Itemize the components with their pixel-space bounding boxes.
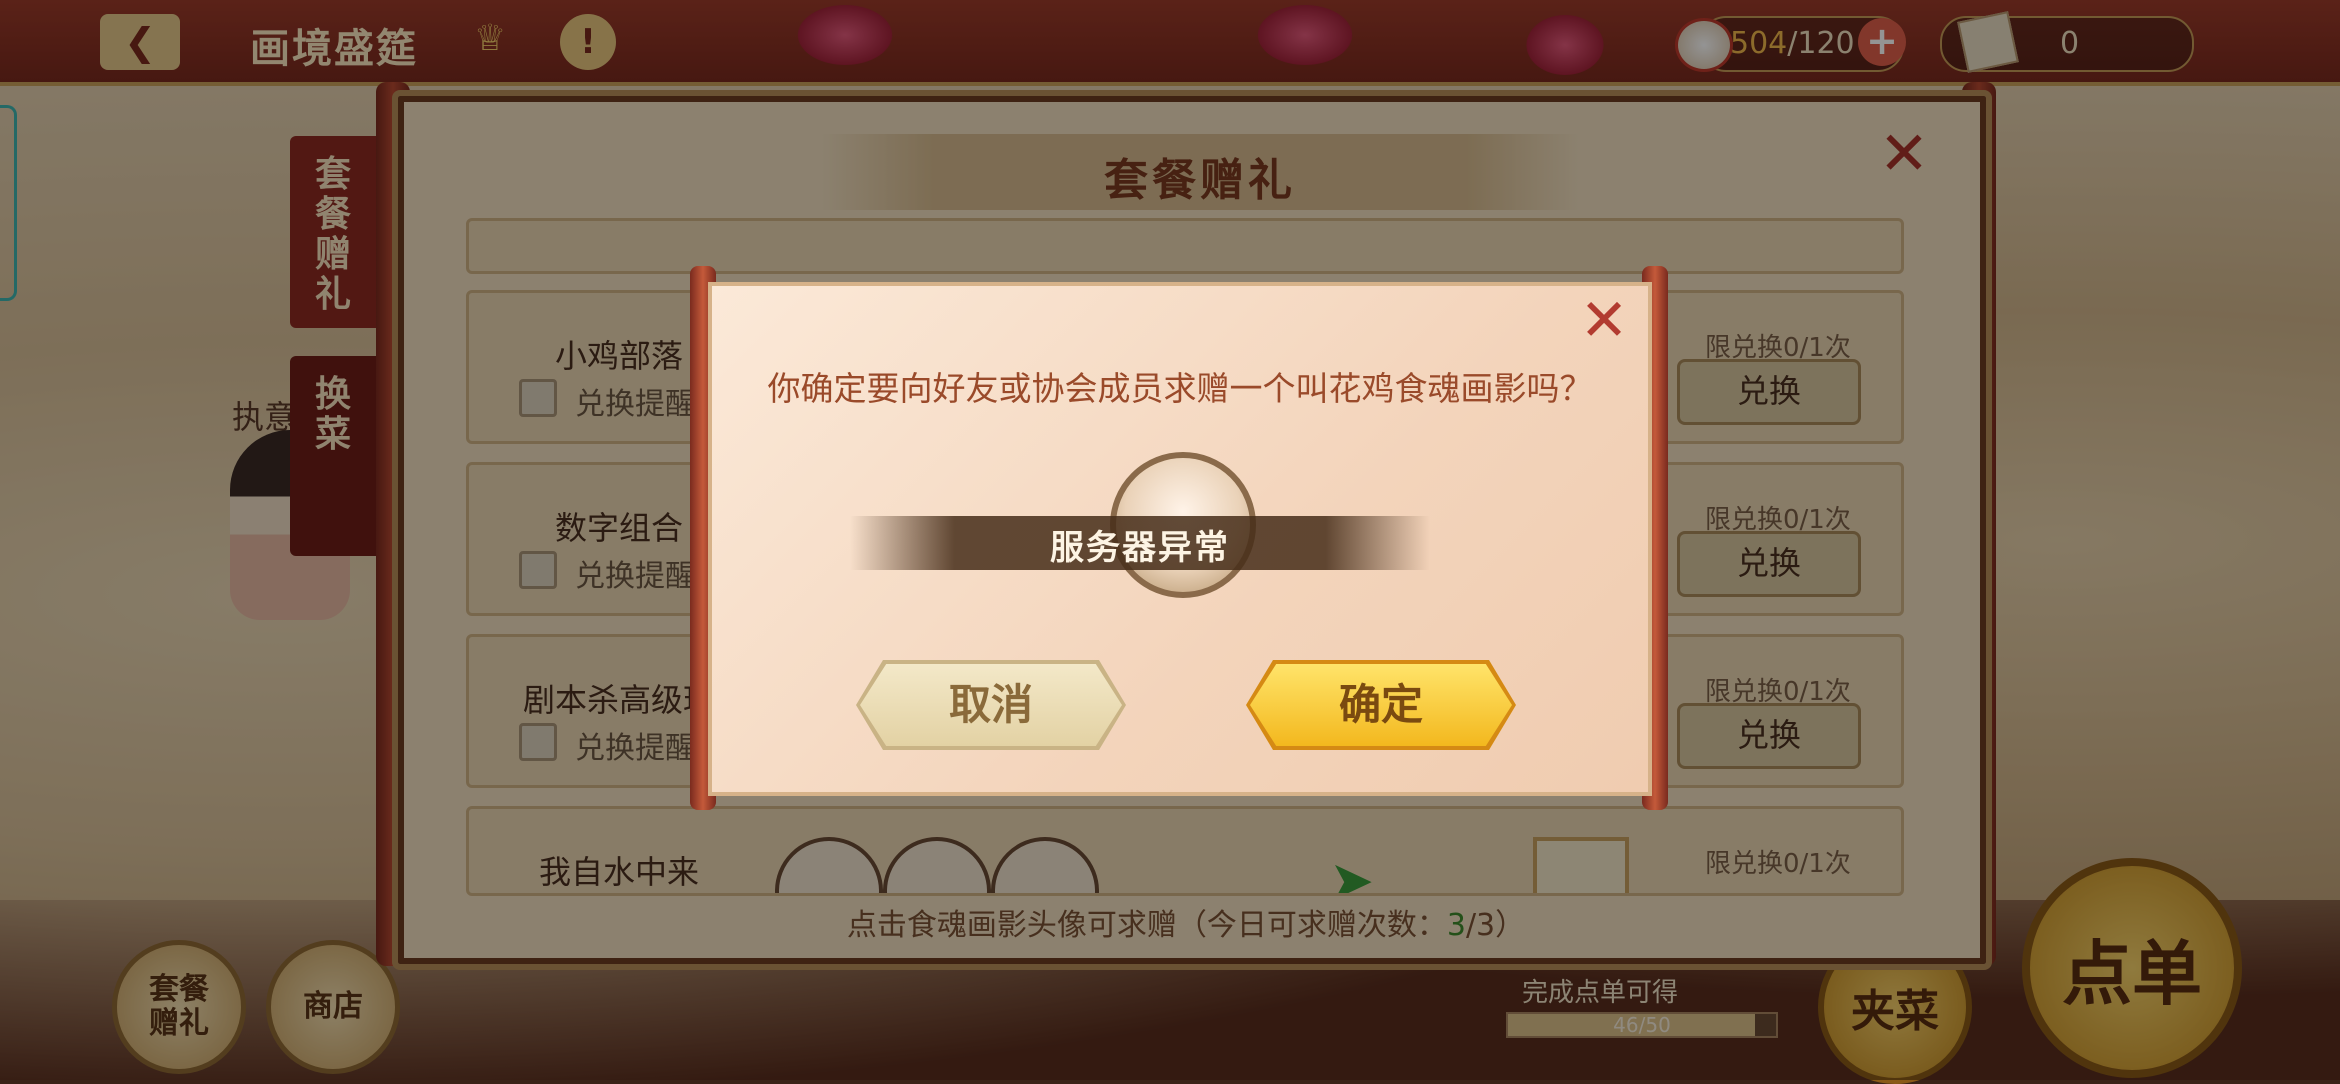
confirm-button[interactable]: 确定: [1250, 664, 1512, 746]
dialog-close-icon[interactable]: ✕: [1574, 290, 1634, 350]
toast-text: 服务器异常: [1050, 528, 1230, 568]
server-error-toast: 服务器异常: [850, 516, 1430, 570]
cancel-button[interactable]: 取消: [860, 664, 1122, 746]
dialog-question: 你确定要向好友或协会成员求赠一个叫花鸡食魂画影吗？: [767, 369, 1593, 408]
